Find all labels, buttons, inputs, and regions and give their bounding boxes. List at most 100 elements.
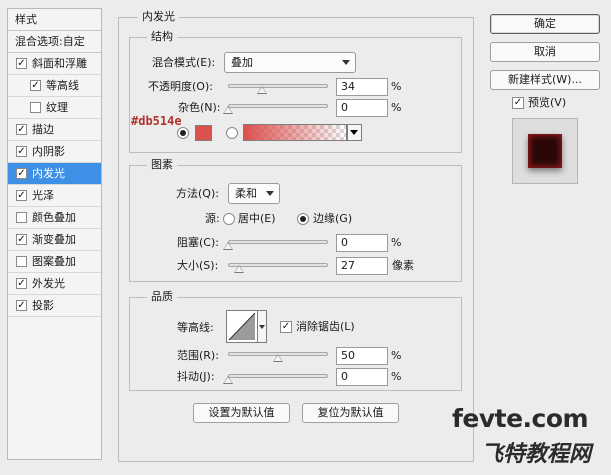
- style-item-checkbox[interactable]: ✓: [16, 234, 27, 245]
- style-item-checkbox[interactable]: ✓: [16, 146, 27, 157]
- ok-button[interactable]: 确定: [490, 14, 600, 34]
- blend-options-item[interactable]: 混合选项:自定: [8, 31, 101, 53]
- style-item[interactable]: ✓ 光泽: [8, 185, 101, 207]
- chevron-down-icon: [350, 130, 358, 135]
- chevron-down-icon: [266, 191, 274, 196]
- style-item-label: 描边: [32, 123, 54, 136]
- style-preview-thumbnail: [512, 118, 578, 184]
- gradient-radio[interactable]: [226, 127, 238, 139]
- style-item[interactable]: ✓ 描边: [8, 119, 101, 141]
- opacity-slider[interactable]: [228, 84, 328, 88]
- opacity-slider-thumb[interactable]: [257, 86, 267, 94]
- antialias-label[interactable]: 消除锯齿(L): [296, 319, 355, 335]
- antialias-checkbox[interactable]: ✓: [280, 321, 292, 333]
- style-item[interactable]: ✓ 内阴影: [8, 141, 101, 163]
- choke-slider[interactable]: [228, 240, 328, 244]
- styles-title[interactable]: 样式: [8, 9, 101, 31]
- jitter-unit: %: [391, 370, 402, 383]
- opacity-input[interactable]: 34: [336, 78, 388, 96]
- contour-picker[interactable]: [226, 310, 258, 343]
- style-item[interactable]: ✓ 内发光: [8, 163, 101, 185]
- contour-dropdown-button[interactable]: [258, 310, 267, 343]
- opacity-unit: %: [391, 80, 402, 93]
- panel-title: 内发光: [138, 10, 179, 24]
- reset-default-button[interactable]: 复位为默认值: [302, 403, 399, 423]
- contour-curve-icon: [228, 312, 256, 341]
- noise-slider-thumb[interactable]: [223, 106, 233, 114]
- style-item-checkbox[interactable]: ✓: [30, 80, 41, 91]
- style-item-checkbox[interactable]: [30, 102, 41, 113]
- glow-color-swatch[interactable]: [195, 125, 212, 141]
- preview-checkbox[interactable]: ✓: [512, 97, 524, 109]
- style-items: ✓ 斜面和浮雕 ✓ 等高线 纹理 ✓ 描边 ✓ 内阴影 ✓ 内发光 ✓ 光泽 颜色叠加 ✓ 渐变叠加 图案叠加 ✓…: [8, 53, 101, 317]
- style-item[interactable]: 纹理: [8, 97, 101, 119]
- blend-mode-select[interactable]: 叠加: [224, 52, 356, 73]
- set-default-button[interactable]: 设置为默认值: [193, 403, 290, 423]
- style-item-checkbox[interactable]: [16, 212, 27, 223]
- size-slider-thumb[interactable]: [234, 265, 244, 273]
- style-item-label: 斜面和浮雕: [32, 57, 87, 70]
- style-item-checkbox[interactable]: ✓: [16, 300, 27, 311]
- style-item-checkbox[interactable]: ✓: [16, 278, 27, 289]
- structure-title: 结构: [147, 30, 177, 44]
- jitter-input[interactable]: 0: [336, 368, 388, 386]
- chevron-down-icon: [259, 325, 265, 329]
- choke-input[interactable]: 0: [336, 234, 388, 252]
- style-item[interactable]: 图案叠加: [8, 251, 101, 273]
- style-item[interactable]: ✓ 斜面和浮雕: [8, 53, 101, 75]
- blend-mode-value: 叠加: [231, 56, 253, 69]
- gradient-dropdown-button[interactable]: [347, 124, 362, 141]
- preview-swatch: [528, 134, 562, 168]
- noise-input[interactable]: 0: [336, 99, 388, 117]
- contour-label: 等高线:: [177, 321, 214, 334]
- watermark-site-name: 飞特教程网: [481, 442, 592, 467]
- style-item-checkbox[interactable]: ✓: [16, 190, 27, 201]
- style-item-checkbox[interactable]: ✓: [16, 58, 27, 69]
- source-edge-radio[interactable]: [297, 213, 309, 225]
- source-label: 源:: [205, 212, 220, 225]
- style-item[interactable]: 颜色叠加: [8, 207, 101, 229]
- style-item-checkbox[interactable]: ✓: [16, 168, 27, 179]
- new-style-button[interactable]: 新建样式(W)...: [490, 70, 600, 90]
- style-item[interactable]: ✓ 外发光: [8, 273, 101, 295]
- blend-mode-label: 混合模式(E):: [152, 56, 216, 69]
- size-label: 大小(S):: [177, 259, 219, 272]
- noise-slider[interactable]: [228, 104, 328, 108]
- source-center-radio[interactable]: [223, 213, 235, 225]
- elements-title: 图素: [147, 158, 177, 172]
- cancel-button[interactable]: 取消: [490, 42, 600, 62]
- noise-label: 杂色(N):: [178, 101, 221, 114]
- jitter-slider[interactable]: [228, 374, 328, 378]
- choke-slider-thumb[interactable]: [223, 242, 233, 250]
- range-input[interactable]: 50: [336, 347, 388, 365]
- style-item-checkbox[interactable]: ✓: [16, 124, 27, 135]
- styles-list: 样式 混合选项:自定 ✓ 斜面和浮雕 ✓ 等高线 纹理 ✓ 描边 ✓ 内阴影 ✓ 内发光 ✓ 光泽 颜色叠…: [7, 8, 102, 460]
- source-center-label[interactable]: 居中(E): [238, 211, 276, 227]
- preview-label[interactable]: 预览(V): [528, 95, 566, 111]
- size-unit: 像素: [392, 259, 414, 272]
- gradient-picker[interactable]: [243, 124, 347, 141]
- style-item[interactable]: ✓ 渐变叠加: [8, 229, 101, 251]
- style-item[interactable]: ✓ 等高线: [8, 75, 101, 97]
- style-item-label: 内发光: [32, 167, 65, 180]
- method-select[interactable]: 柔和: [228, 183, 280, 204]
- color-hex-annotation: #db514e: [131, 114, 182, 128]
- range-unit: %: [391, 349, 402, 362]
- method-label: 方法(Q):: [176, 187, 219, 200]
- quality-title: 品质: [147, 290, 177, 304]
- style-item-label: 纹理: [46, 101, 68, 114]
- style-item[interactable]: ✓ 投影: [8, 295, 101, 317]
- size-input[interactable]: 27: [336, 257, 388, 275]
- range-slider-thumb[interactable]: [273, 354, 283, 362]
- method-value: 柔和: [235, 187, 257, 200]
- style-item-label: 渐变叠加: [32, 233, 76, 246]
- choke-label: 阻塞(C):: [177, 236, 219, 249]
- style-item-checkbox[interactable]: [16, 256, 27, 267]
- jitter-slider-thumb[interactable]: [223, 376, 233, 384]
- jitter-label: 抖动(J):: [177, 370, 215, 383]
- solid-color-radio[interactable]: [177, 127, 189, 139]
- style-item-label: 投影: [32, 299, 54, 312]
- chevron-down-icon: [342, 60, 350, 65]
- style-item-label: 外发光: [32, 277, 65, 290]
- source-edge-label[interactable]: 边缘(G): [313, 211, 352, 227]
